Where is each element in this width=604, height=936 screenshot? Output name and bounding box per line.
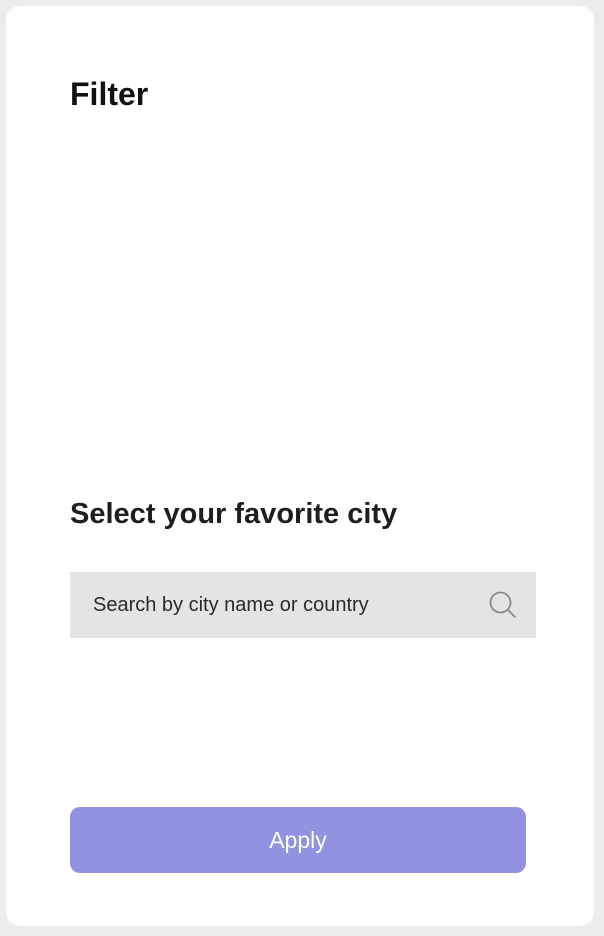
city-search-input[interactable] [70,572,487,638]
city-section-heading: Select your favorite city [70,498,398,530]
apply-button[interactable]: Apply [70,807,526,873]
page-title: Filter [70,76,149,112]
filter-panel: Filter Select your favorite city Apply [6,6,594,926]
search-icon[interactable] [487,589,519,621]
city-search-box [70,572,536,638]
